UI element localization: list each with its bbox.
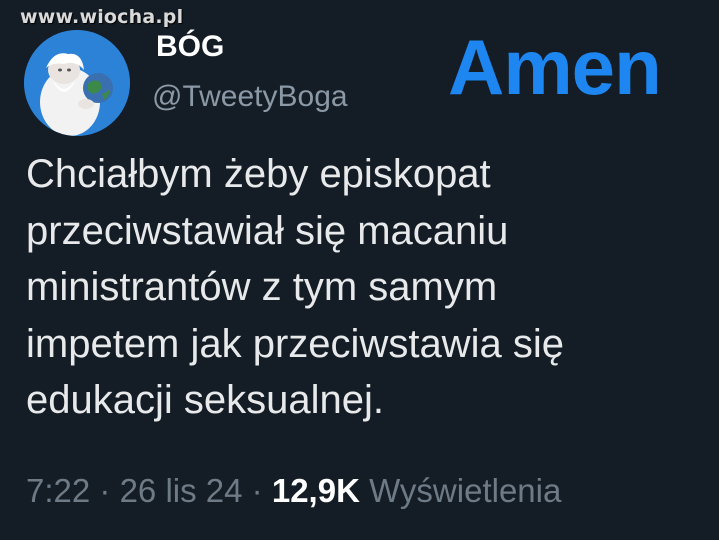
overlay-amen-text: Amen	[448, 23, 662, 111]
tweet-body: Chciałbym żeby episkopat przeciwstawiał …	[26, 146, 706, 429]
site-watermark: www.wiocha.pl	[20, 6, 184, 28]
tweet-meta: 7:22 · 26 lis 24 · 12,9K Wyświetlenia	[26, 472, 561, 510]
meta-separator: ·	[251, 472, 263, 509]
meta-separator: ·	[99, 472, 111, 509]
tweet-screenshot: www.wiocha.pl BÓG @TweetyBoga Amen Chcia…	[0, 0, 719, 540]
avatar[interactable]	[24, 30, 130, 136]
tweet-line: przeciwstawiał się macaniu	[26, 208, 509, 253]
tweet-line: ministrantów z tym samym	[26, 265, 498, 309]
tweet-date[interactable]: 26 lis 24	[120, 472, 243, 509]
views-count[interactable]: 12,9K	[272, 472, 360, 509]
tweet-line: edukacji seksualnej.	[26, 378, 384, 422]
avatar-image	[24, 30, 130, 136]
tweet-line: impetem jak przeciwstawia się	[26, 321, 564, 366]
author-handle[interactable]: @TweetyBoga	[152, 80, 348, 114]
tweet-time[interactable]: 7:22	[26, 472, 90, 509]
views-label: Wyświetlenia	[369, 472, 562, 509]
author-display-name[interactable]: BÓG	[156, 30, 224, 64]
tweet-line: Chciałbym żeby episkopat	[26, 152, 491, 196]
